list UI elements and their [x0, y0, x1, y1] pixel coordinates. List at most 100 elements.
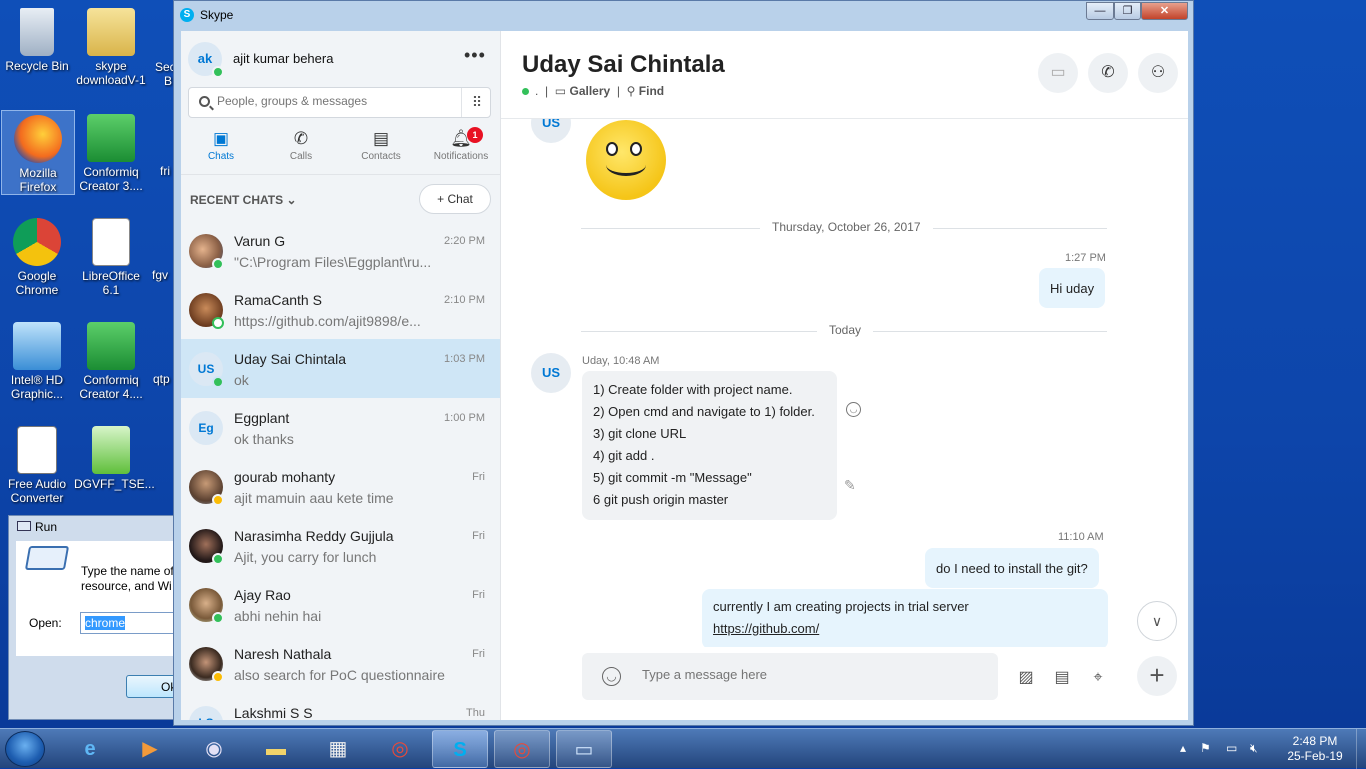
gallery-link[interactable]: Gallery — [569, 84, 610, 98]
add-reaction-icon[interactable]: ◡ — [846, 402, 861, 417]
spreadsheet-image — [92, 426, 130, 474]
emoji-icon[interactable]: ◡ — [602, 667, 621, 686]
conformiq-3-icon[interactable]: Conformiq Creator 3.... — [74, 110, 148, 193]
new-chat-label: Chat — [447, 192, 473, 206]
chat-preview: Ajit, you carry for lunch — [234, 549, 377, 565]
show-desktop-button[interactable] — [1356, 729, 1366, 769]
incoming-message[interactable]: 1) Create folder with project name. 2) O… — [582, 371, 837, 520]
chat-item-uday-sai-chintala[interactable]: US Uday Sai Chintala 1:03 PM ok — [181, 339, 500, 398]
chat-item-lakshmi-s-s[interactable]: LS Lakshmi S S Thu — [181, 693, 500, 720]
internet-explorer-taskbar-icon[interactable]: e — [62, 730, 118, 768]
network-icon[interactable]: ▭ — [1226, 741, 1237, 755]
skype-taskbar-icon[interactable]: S — [432, 730, 488, 768]
file-explorer-taskbar-icon[interactable]: ▬ — [248, 730, 304, 768]
message-composer[interactable]: ◡ — [582, 653, 998, 700]
contact-card-icon[interactable]: ▤ — [1049, 665, 1075, 691]
desktop-icon-label: Intel® HD Graphic... — [10, 373, 64, 401]
maximize-button[interactable]: ❐ — [1114, 2, 1141, 20]
firefox-icon[interactable]: Mozilla Firefox — [1, 110, 75, 195]
more-options-icon[interactable]: ••• — [464, 45, 486, 66]
tab-contacts[interactable]: ▤ Contacts — [341, 127, 421, 162]
run-taskbar-icon[interactable]: ▭ — [556, 730, 612, 768]
chat-item-naresh-nathala[interactable]: Naresh Nathala Fri also search for PoC q… — [181, 634, 500, 693]
chat-preview: also search for PoC questionnaire — [234, 667, 445, 683]
skype-app: ak ajit kumar behera ••• ⠿ ▣ Chats ✆ Cal… — [181, 31, 1188, 720]
chat-time: Thu — [466, 707, 485, 719]
tab-label: Contacts — [361, 151, 401, 162]
chat-time: 1:00 PM — [444, 412, 485, 424]
minimize-button[interactable]: — — [1086, 2, 1114, 20]
add-people-button[interactable]: ⚇ — [1138, 53, 1178, 93]
sender-avatar[interactable]: US — [531, 353, 571, 393]
recent-chats-label: RECENT CHATS — [190, 193, 284, 207]
search-input[interactable] — [217, 94, 457, 108]
desktop-icon-label: LibreOffice 6.1 — [82, 269, 140, 297]
close-button[interactable]: ✕ — [1141, 2, 1188, 20]
search-icon — [199, 96, 210, 107]
chat-item-gourab-mohanty[interactable]: gourab mohanty Fri ajit mamuin aau kete … — [181, 457, 500, 516]
open-input[interactable]: chrome — [80, 612, 180, 634]
chrome-taskbar-icon[interactable]: ◎ — [372, 730, 428, 768]
outgoing-message[interactable]: currently I am creating projects in tria… — [702, 589, 1108, 647]
status-away-icon — [212, 494, 224, 506]
scroll-to-bottom-button[interactable]: ∨ — [1137, 601, 1177, 641]
conformiq-4-icon[interactable]: Conformiq Creator 4.... — [74, 318, 148, 401]
eclipse-taskbar-icon[interactable]: ◉ — [186, 730, 242, 768]
dgvff-spreadsheet-icon[interactable]: DGVFF_TSE... — [74, 422, 155, 491]
chat-item-ramacanth-s[interactable]: RamaCanth S 2:10 PM https://github.com/a… — [181, 280, 500, 339]
chat-item-varun-g[interactable]: Varun G 2:20 PM "C:\Program Files\Eggpla… — [181, 221, 500, 280]
start-button[interactable] — [5, 731, 45, 767]
audio-call-button[interactable]: ✆ — [1088, 53, 1128, 93]
recycle-bin-icon[interactable]: Recycle Bin — [0, 4, 74, 73]
tab-chats[interactable]: ▣ Chats — [181, 127, 261, 162]
message-link[interactable]: https://github.com/ — [713, 618, 1097, 640]
chrome-running-taskbar-icon[interactable]: ◎ — [494, 730, 550, 768]
calculator-taskbar-icon[interactable]: ▦ — [310, 730, 366, 768]
edit-pencil-icon[interactable]: ✎ — [844, 477, 856, 494]
chat-name: Lakshmi S S — [234, 705, 313, 720]
chat-item-ajay-rao[interactable]: Ajay Rao Fri abhi nehin hai — [181, 575, 500, 634]
gallery-icon: ▭ — [554, 84, 567, 98]
media-gallery-icon[interactable]: ▨ — [1013, 665, 1039, 691]
chat-item-narasimha-reddy-gujjula[interactable]: Narasimha Reddy Gujjula Fri Ajit, you ca… — [181, 516, 500, 575]
outgoing-message[interactable]: do I need to install the git? — [925, 548, 1099, 588]
run-description-line: resource, and Wi — [81, 579, 172, 593]
skype-titlebar[interactable]: S Skype — ❐ ✕ — [174, 1, 1193, 29]
dialpad-icon[interactable]: ⠿ — [461, 88, 492, 117]
run-icon — [17, 521, 31, 531]
message-line: 1) Create folder with project name. — [593, 382, 793, 397]
location-pin-icon[interactable]: ⌖ — [1085, 665, 1111, 691]
recent-chats-dropdown[interactable]: RECENT CHATS ⌄ — [190, 193, 297, 207]
message-input[interactable] — [642, 667, 972, 682]
action-center-flag-icon[interactable]: ⚑ — [1200, 741, 1211, 755]
chat-preview: https://github.com/ajit9898/e... — [234, 313, 421, 329]
chrome-desktop-icon[interactable]: Google Chrome — [0, 214, 74, 297]
chat-bubble-icon: ▣ — [212, 129, 230, 148]
intel-graphics-icon[interactable]: Intel® HD Graphic... — [0, 318, 74, 401]
avatar: Eg — [189, 411, 223, 445]
outgoing-message[interactable]: Hi uday — [1039, 268, 1106, 308]
tab-notifications[interactable]: 🔔︎ 1 Notifications — [421, 127, 500, 162]
tab-calls[interactable]: ✆ Calls — [261, 127, 341, 162]
contact-name[interactable]: Uday Sai Chintala — [522, 51, 725, 79]
free-audio-converter-icon[interactable]: Free Audio Converter — [0, 422, 74, 505]
show-hidden-icons-arrow[interactable]: ▴ — [1180, 741, 1186, 755]
desktop-icon-label: Free Audio Converter — [7, 477, 67, 505]
search-box[interactable]: ⠿ — [188, 87, 491, 118]
more-actions-button[interactable]: + — [1137, 656, 1177, 696]
find-link[interactable]: Find — [639, 84, 664, 98]
chat-name: Eggplant — [234, 410, 290, 426]
bell-icon: 🔔︎ — [450, 129, 472, 148]
new-chat-button[interactable]: + Chat — [419, 184, 491, 214]
tab-label: Notifications — [433, 151, 489, 162]
volume-muted-icon[interactable]: 🔇︎ — [1250, 741, 1258, 756]
chat-item-eggplant[interactable]: Eg Eggplant 1:00 PM ok thanks — [181, 398, 500, 457]
run-dialog[interactable]: Run Type the name of resource, and Wi Op… — [8, 515, 186, 720]
run-dialog-titlebar[interactable]: Run — [9, 516, 177, 538]
media-player-taskbar-icon[interactable]: ▶ — [122, 730, 178, 768]
video-call-button[interactable]: ▭ — [1038, 53, 1078, 93]
libreoffice-icon[interactable]: LibreOffice 6.1 — [74, 214, 148, 297]
skype-download-folder-icon[interactable]: skype downloadV-1 — [74, 4, 148, 87]
chat-time: 1:03 PM — [444, 353, 485, 365]
system-clock[interactable]: 2:48 PM 25-Feb-19 — [1280, 734, 1350, 764]
